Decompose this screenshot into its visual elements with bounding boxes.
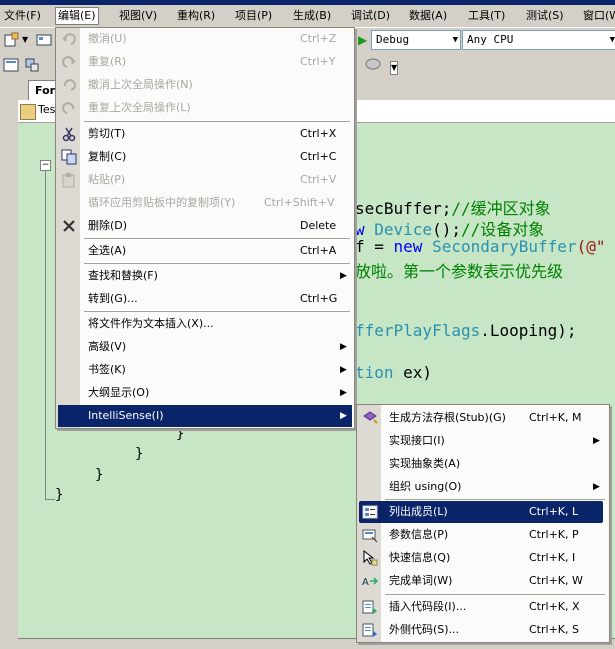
submenu-arrow-icon: ▶ [340,388,347,398]
properties-icon[interactable] [3,57,19,73]
menu-item-undo-global[interactable]: 撤消上次全局操作(N) [56,74,354,96]
menu-item-quick-info[interactable]: 快速信息(Q) Ctrl+K, I [357,547,609,569]
menu-item-intellisense[interactable]: IntelliSense(I) ▶ [58,405,352,427]
menu-separator [84,311,350,312]
submenu-arrow-icon: ▶ [340,342,347,352]
submenu-arrow-icon: ▶ [340,365,347,375]
platform-value: Any CPU [467,33,514,46]
menu-item-generate-method-stub[interactable]: 生成方法存根(Stub)(G) Ctrl+K, M [357,407,609,429]
edit-menu: 撤消(U) Ctrl+Z 重复(R) Ctrl+Y 撤消上次全局操作(N) 重复上次… [55,27,355,429]
outline-line [45,170,46,500]
menu-bar: 文件(F) 编辑(E) 视图(V) 重构(R) 项目(P) 生成(B) 调试(D… [0,5,615,28]
class-icon [20,104,36,120]
undo-icon [62,33,76,45]
menu-debug[interactable]: 调试(D) [349,8,392,24]
menu-item-insert-file[interactable]: 将文件作为文本插入(X)... [56,313,354,335]
paste-icon [62,173,75,188]
method-stub-icon [363,411,378,424]
add-item-icon[interactable] [36,32,52,48]
intellisense-submenu: 生成方法存根(Stub)(G) Ctrl+K, M 实现接口(I) ▶ 实现抽象类(… [356,404,610,643]
quick-info-icon [363,550,378,566]
submenu-arrow-icon: ▶ [340,271,347,281]
type-combo[interactable]: Tes [38,103,55,116]
menu-tools[interactable]: 工具(T) [466,8,507,24]
chevron-down-icon: ▼ [609,35,615,45]
menu-item-redo[interactable]: 重复(R) Ctrl+Y [56,51,354,73]
menu-item-cycle-clipboard[interactable]: 循环应用剪贴板中的复制项(Y) Ctrl+Shift+V [56,192,354,214]
complete-word-icon: A [362,577,378,588]
outline-end [45,499,55,500]
delete-icon [63,220,75,232]
menu-item-advanced[interactable]: 高级(V) ▶ [56,336,354,358]
menu-separator [84,263,350,264]
configuration-value: Debug [376,33,410,46]
new-project-icon[interactable] [3,32,19,48]
menu-item-goto[interactable]: 转到(G)... Ctrl+G [56,288,354,310]
submenu-arrow-icon: ▶ [593,482,600,492]
submenu-arrow-icon: ▶ [340,411,347,421]
chevron-down-icon: ▼ [452,35,458,45]
menu-data[interactable]: 数据(A) [407,8,449,24]
code-line: tion ex) [355,363,433,382]
menu-separator [385,594,605,595]
redo-global-icon [62,102,75,114]
copy-icon [61,149,77,165]
start-debug-icon[interactable]: ▶ [358,33,367,47]
menu-item-implement-abstract[interactable]: 实现抽象类(A) [357,453,609,475]
insert-snippet-icon [362,600,377,614]
menu-item-organize-usings[interactable]: 组织 using(O) ▶ [357,476,609,498]
dropdown-arrow-icon[interactable]: ▼ [22,35,28,44]
menu-build[interactable]: 生成(B) [291,8,333,24]
menu-separator [84,238,350,239]
submenu-arrow-icon: ▶ [593,436,600,446]
menu-item-bookmarks[interactable]: 书签(K) ▶ [56,359,354,381]
menu-project[interactable]: 项目(P) [233,8,274,24]
menu-item-delete[interactable]: 删除(D) Delete [56,215,354,237]
configuration-combo[interactable]: Debug ▼ [371,30,461,50]
menu-item-copy[interactable]: 复制(C) Ctrl+C [56,146,354,168]
cut-icon [62,127,76,142]
menu-refactor[interactable]: 重构(R) [175,8,217,24]
svg-text:A: A [362,577,369,588]
menu-item-insert-snippet[interactable]: 插入代码段(I)... Ctrl+K, X [357,596,609,618]
menu-item-complete-word[interactable]: A 完成单词(W) Ctrl+K, W [357,570,609,592]
menu-item-surround-with[interactable]: 外侧代码(S)... Ctrl+K, S [357,619,609,641]
menu-item-cut[interactable]: 剪切(T) Ctrl+X [56,123,354,145]
menu-separator [385,499,605,500]
menu-item-select-all[interactable]: 全选(A) Ctrl+A [56,240,354,262]
menu-item-outlining[interactable]: 大纲显示(O) ▶ [56,382,354,404]
menu-item-find-replace[interactable]: 查找和替换(F) ▶ [56,265,354,287]
menu-edit[interactable]: 编辑(E) [55,7,99,25]
surround-with-icon [362,623,377,637]
menu-separator [84,121,350,122]
menu-item-parameter-info[interactable]: 参数信息(P) Ctrl+K, P [357,524,609,546]
menu-item-redo-global[interactable]: 重复上次全局操作(L) [56,97,354,119]
list-members-icon [362,505,378,519]
menu-item-undo[interactable]: 撤消(U) Ctrl+Z [56,28,354,50]
menu-view[interactable]: 视图(V) [117,8,159,24]
menu-test[interactable]: 测试(S) [524,8,566,24]
code-line: 放啦。第一个参数表示优先级 [355,262,564,281]
redo-icon [62,56,76,68]
code-brace: } [55,487,64,503]
code-brace: } [95,467,104,483]
platform-combo[interactable]: Any CPU ▼ [462,30,615,50]
undo-global-icon [63,79,76,91]
comment-icon[interactable] [365,57,381,73]
parameter-info-icon [362,529,378,543]
class-view-icon[interactable] [24,57,40,73]
toolbar-options-icon[interactable]: ▼ [390,61,399,75]
menu-item-implement-interface[interactable]: 实现接口(I) ▶ [357,430,609,452]
toolbox-strip[interactable] [0,78,19,648]
menu-file[interactable]: 文件(F) [2,8,43,24]
code-line: f = new SecondaryBuffer(@" [355,237,606,256]
code-brace: } [135,446,144,462]
menu-item-paste[interactable]: 粘贴(P) Ctrl+V [56,169,354,191]
menu-item-list-members[interactable]: 列出成员(L) Ctrl+K, L [359,501,603,523]
code-line: fferPlayFlags.Looping); [355,321,577,340]
menu-window[interactable]: 窗口(W) [581,8,615,24]
